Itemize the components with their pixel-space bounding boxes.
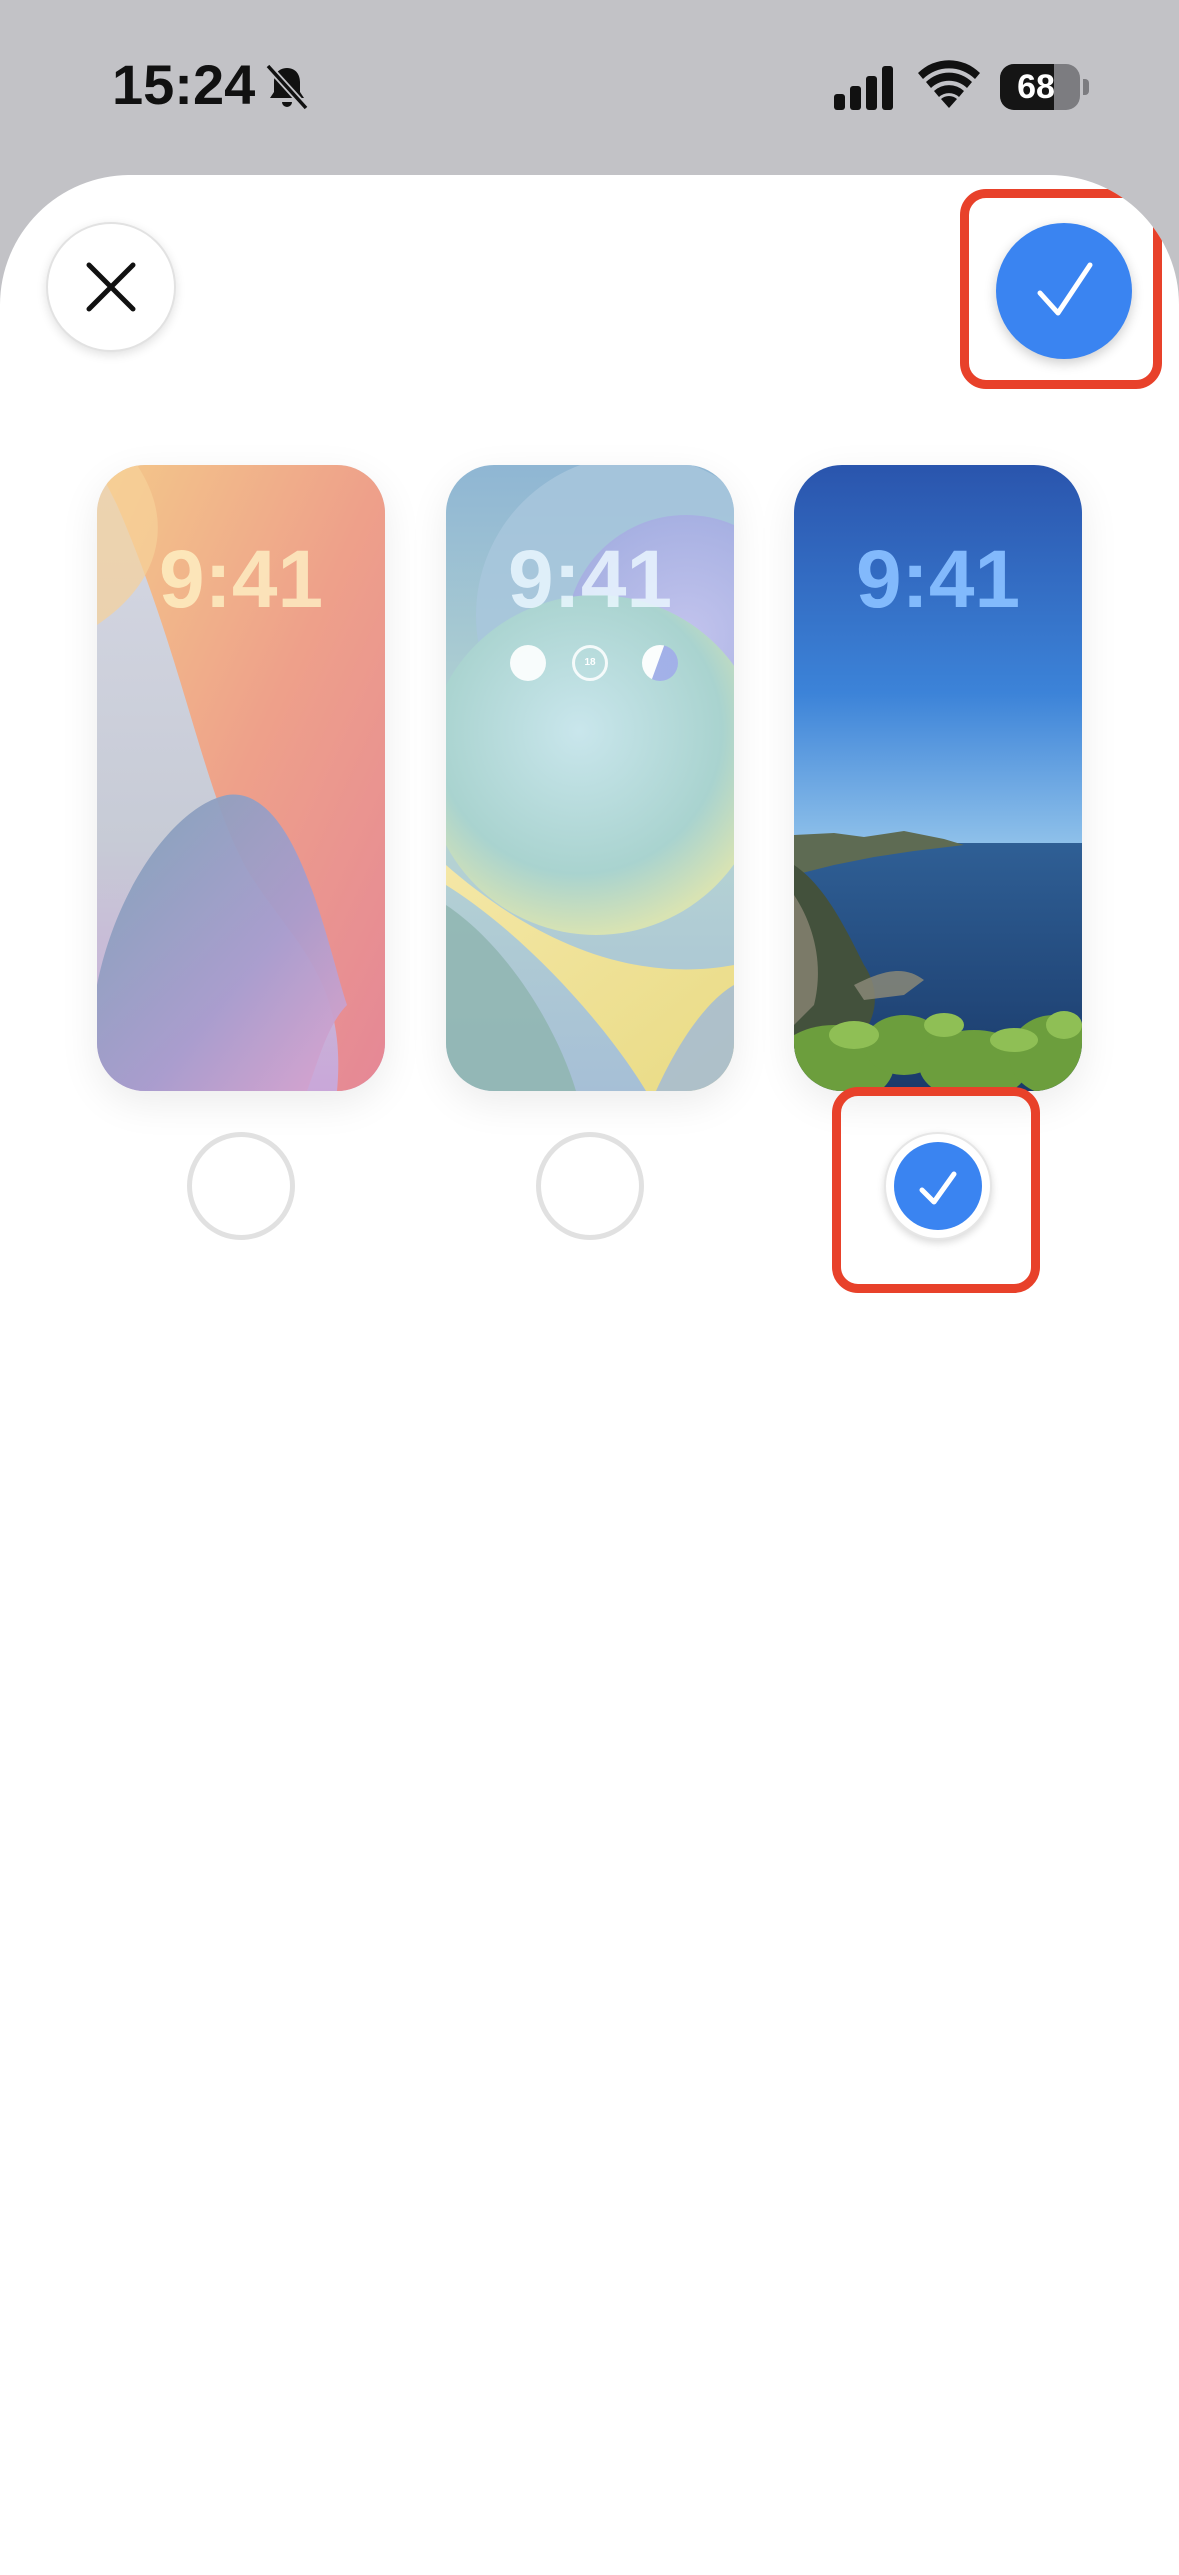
- wallpaper-1-time: 9:41: [158, 534, 324, 625]
- battery-icon: 68: [1000, 64, 1090, 110]
- wallpaper-3-time: 9:41: [855, 534, 1021, 625]
- message-widget-icon: [510, 645, 546, 681]
- close-icon: [86, 262, 136, 312]
- wallpaper-picker-sheet: 9:41 9:41 18 9:41: [0, 175, 1179, 2575]
- temperature-widget: 18: [572, 645, 608, 681]
- confirm-button-highlight: [960, 189, 1162, 389]
- lock-screen-widgets: 18: [446, 645, 734, 685]
- wallpaper-2-radio[interactable]: [536, 1132, 644, 1240]
- battery-body: 68: [1000, 64, 1080, 110]
- bell-slash-icon: [265, 63, 309, 111]
- status-time: 15:24: [112, 53, 256, 116]
- status-bar: 15:24 68: [0, 0, 1179, 175]
- wallpaper-1-radio[interactable]: [187, 1132, 295, 1240]
- battery-level: 68: [1017, 68, 1055, 106]
- close-button[interactable]: [46, 222, 176, 352]
- wallpaper-option-1[interactable]: 9:41: [97, 465, 385, 1091]
- cellular-signal-icon: [834, 66, 893, 110]
- battery-cap: [1083, 79, 1089, 95]
- wallpaper-option-3[interactable]: 9:41: [794, 465, 1082, 1091]
- selected-radio-highlight: [832, 1087, 1040, 1293]
- wallpaper-2-time: 9:41: [507, 534, 673, 625]
- moon-widget-icon: [642, 645, 678, 681]
- wifi-icon: [918, 60, 980, 108]
- wallpaper-option-2[interactable]: 9:41 18: [446, 465, 734, 1091]
